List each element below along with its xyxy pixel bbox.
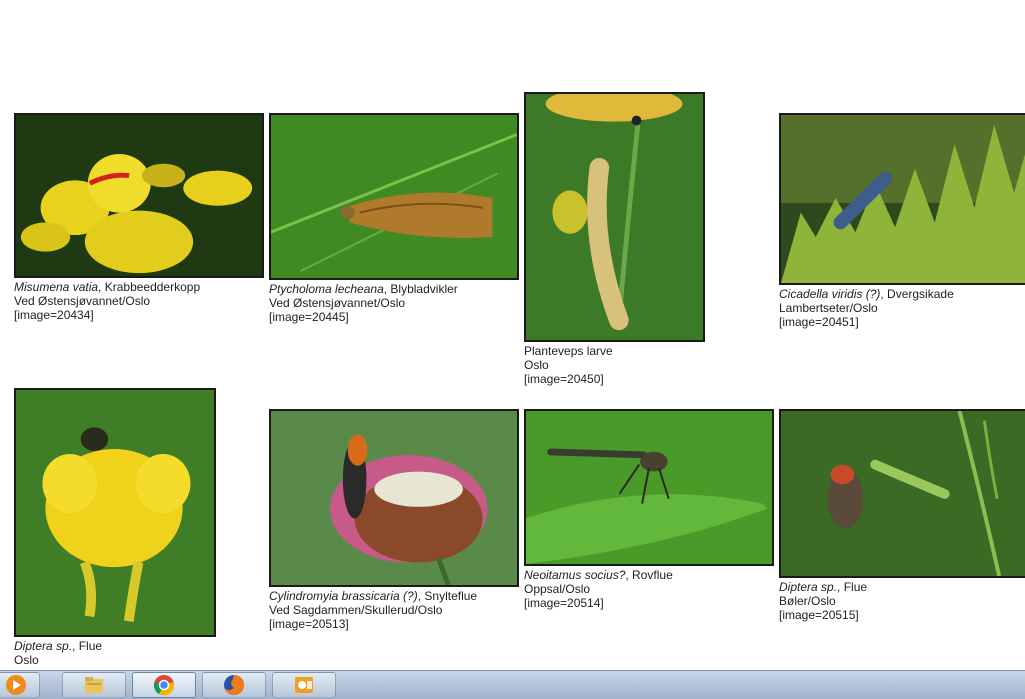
photo-thumbnail[interactable] (524, 409, 774, 566)
location: Ved Østensjøvannet/Oslo (14, 294, 151, 308)
media-player-icon (6, 675, 26, 695)
location: Oppsal/Oslo (524, 582, 591, 596)
species-name: Misumena vatia (14, 280, 99, 294)
taskbar-button-chrome[interactable] (132, 672, 196, 698)
common-name: Planteveps larve (524, 344, 613, 358)
common-name: , Flue (72, 639, 103, 653)
location: Ved Sagdammen/Skullerud/Oslo (269, 603, 443, 617)
photo-caption: Cylindromyia brassicaria (?), Snylteflue… (269, 589, 519, 631)
chrome-icon (153, 675, 175, 696)
gallery-item: Ptycholoma lecheana, Blybladvikler Ved Ø… (269, 113, 519, 324)
firefox-icon (224, 674, 245, 695)
photo-thumbnail[interactable] (524, 92, 705, 342)
taskbar-button-outlook[interactable] (272, 672, 336, 698)
image-id: [image=20515] (779, 608, 859, 622)
species-name: Diptera sp. (779, 580, 838, 594)
taskbar-button-media-player[interactable] (0, 672, 40, 698)
photo-thumbnail[interactable] (269, 409, 519, 587)
common-name: , Snylteflue (417, 589, 478, 603)
gallery-item: Cicadella viridis (?), Dvergsikade Lambe… (779, 113, 1025, 329)
location: Lambertseter/Oslo (779, 301, 878, 315)
species-name: Diptera sp. (14, 639, 73, 653)
gallery-item: Misumena vatia, Krabbeedderkopp Ved Øste… (14, 113, 264, 322)
common-name: , Krabbeedderkopp (98, 280, 201, 294)
gallery-item: Diptera sp., Flue Oslo (14, 388, 216, 667)
photo-thumbnail[interactable] (14, 388, 216, 637)
common-name: , Flue (837, 580, 868, 594)
image-id: [image=20445] (269, 310, 349, 324)
photo-caption: Planteveps larve Oslo [image=20450] (524, 344, 705, 386)
image-id: [image=20514] (524, 596, 604, 610)
photo-caption: Diptera sp., Flue Bøler/Oslo [image=2051… (779, 580, 1025, 622)
gallery-item: Neoitamus socius?, Rovflue Oppsal/Oslo [… (524, 409, 774, 610)
file-explorer-icon (85, 677, 103, 693)
species-name: Cicadella viridis (?) (779, 287, 881, 301)
gallery-item: Cylindromyia brassicaria (?), Snylteflue… (269, 409, 519, 631)
gallery-item: Diptera sp., Flue Bøler/Oslo [image=2051… (779, 409, 1025, 622)
photo-caption: Ptycholoma lecheana, Blybladvikler Ved Ø… (269, 282, 519, 324)
species-name: Neoitamus socius? (524, 568, 626, 582)
windows-taskbar (0, 670, 1025, 699)
image-id: [image=20434] (14, 308, 94, 322)
species-name: Ptycholoma lecheana (269, 282, 384, 296)
location: Ved Østensjøvannet/Oslo (269, 296, 406, 310)
photo-thumbnail[interactable] (779, 409, 1025, 578)
photo-thumbnail[interactable] (14, 113, 264, 278)
photo-thumbnail[interactable] (269, 113, 519, 280)
image-id: [image=20451] (779, 315, 859, 329)
gallery-item: Planteveps larve Oslo [image=20450] (524, 92, 705, 386)
common-name: , Dvergsikade (880, 287, 954, 301)
photo-caption: Diptera sp., Flue Oslo (14, 639, 216, 667)
common-name: , Rovflue (625, 568, 673, 582)
taskbar-button-firefox[interactable] (202, 672, 266, 698)
photo-thumbnail[interactable] (779, 113, 1025, 285)
location: Oslo (14, 653, 39, 667)
image-id: [image=20450] (524, 372, 604, 386)
photo-caption: Cicadella viridis (?), Dvergsikade Lambe… (779, 287, 1025, 329)
location: Oslo (524, 358, 549, 372)
photo-caption: Neoitamus socius?, Rovflue Oppsal/Oslo [… (524, 568, 774, 610)
location: Bøler/Oslo (779, 594, 836, 608)
outlook-icon (295, 677, 313, 693)
photo-caption: Misumena vatia, Krabbeedderkopp Ved Øste… (14, 280, 264, 322)
species-name: Cylindromyia brassicaria (?) (269, 589, 418, 603)
taskbar-button-file-explorer[interactable] (62, 672, 126, 698)
image-id: [image=20513] (269, 617, 349, 631)
common-name: , Blybladvikler (383, 282, 458, 296)
